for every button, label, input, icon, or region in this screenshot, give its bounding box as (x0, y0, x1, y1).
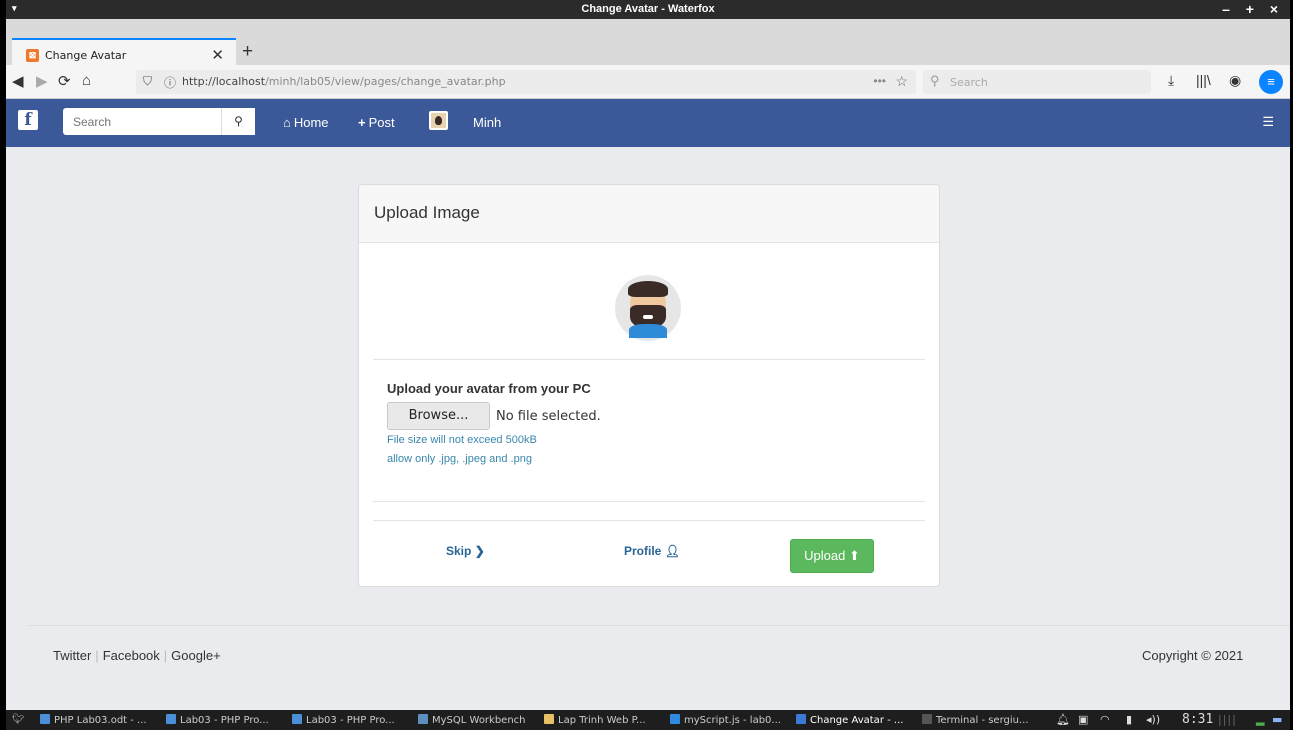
os-taskbar: 🐦︎ PHP Lab03.odt - ... Lab03 - PHP Pro..… (6, 710, 1290, 730)
clock[interactable]: 8:31 (1182, 712, 1213, 727)
account-icon[interactable]: ◉ (1229, 72, 1241, 89)
browser-search-placeholder: Search (950, 76, 988, 89)
nav-post-link[interactable]: + Post (358, 115, 395, 130)
browser-toolbar: ◀ ▶ ⟳ ⌂ ⛉ ⓘ http://localhost/minh/lab05/… (6, 65, 1290, 99)
file-status: No file selected. (496, 409, 601, 424)
back-button[interactable]: ◀ (12, 72, 24, 90)
tracking-shield-icon[interactable]: ⛉ (143, 74, 152, 89)
plus-icon: + (358, 115, 366, 130)
search-icon: ⚲ (930, 73, 940, 88)
skip-link[interactable]: Skip ❯ (446, 544, 485, 558)
nav-home-label: Home (293, 115, 329, 130)
social-links: Twitter | Facebook | Google+ (53, 648, 221, 663)
tab-label: Change Avatar (45, 49, 127, 62)
site-navbar: f ⚲ ⌂Home +Post Minh ☰ (6, 99, 1290, 147)
taskbar-item[interactable]: Lab03 - PHP Pro... (166, 714, 269, 726)
divider (373, 501, 925, 502)
server-icon[interactable]: ☰ (1262, 114, 1274, 130)
arrow-up-circle-icon: ⬆ (848, 548, 860, 563)
start-menu-icon[interactable]: 🐦︎ (12, 714, 25, 725)
volume-icon[interactable]: ◂)) (1146, 713, 1160, 726)
close-tab-icon[interactable]: ✕ (211, 46, 224, 64)
facebook-link[interactable]: Facebook (103, 648, 160, 663)
taskbar-item[interactable]: PHP Lab03.odt - ... (40, 714, 147, 726)
copyright: Copyright © 2021 (1142, 648, 1244, 663)
app-menu-icon[interactable]: ≡ (1259, 70, 1283, 94)
notification-bell-icon[interactable]: 🔔︎ (1056, 713, 1070, 726)
nav-user-link[interactable]: Minh (473, 115, 501, 130)
browser-search-bar[interactable]: ⚲ Search (923, 70, 1151, 94)
workspace-indicator-icon[interactable]: ▂ (1256, 713, 1264, 726)
cpu-graph: |||| (1218, 713, 1237, 726)
downloads-icon[interactable]: ⤓ (1168, 72, 1174, 89)
user-avatar-small[interactable] (429, 111, 448, 130)
site-search-button[interactable]: ⚲ (221, 108, 255, 135)
taskbar-item-active[interactable]: Change Avatar - ... (796, 714, 903, 726)
tab-strip: ⊠ Change Avatar ✕ + (6, 19, 1290, 69)
browse-button[interactable]: Browse... (387, 402, 490, 430)
show-desktop-icon[interactable]: ▬ (1272, 713, 1282, 726)
upload-button[interactable]: Upload ⬆ (790, 539, 874, 573)
panel-header: Upload Image (359, 185, 939, 243)
googleplus-link[interactable]: Google+ (171, 648, 221, 663)
taskbar-item[interactable]: myScript.js - lab0... (670, 714, 781, 726)
divider (373, 520, 925, 521)
twitter-link[interactable]: Twitter (53, 648, 91, 663)
chevron-right-icon: ❯ (474, 544, 485, 558)
screen: ▾ Change Avatar - Waterfox – + × ⊠ Chang… (6, 0, 1290, 730)
skip-label: Skip (446, 544, 472, 558)
upload-label: Upload (804, 548, 846, 563)
window-controls[interactable]: – + × (1222, 1, 1284, 17)
wifi-icon[interactable]: ◠ (1100, 713, 1110, 726)
profile-label: Profile (624, 544, 662, 558)
window-titlebar: ▾ Change Avatar - Waterfox – + × (6, 0, 1290, 19)
forward-button[interactable]: ▶ (36, 72, 48, 90)
user-icon: 👤︎ (664, 544, 680, 558)
site-search-input[interactable] (63, 108, 221, 135)
profile-link[interactable]: Profile 👤︎ (624, 544, 680, 558)
taskbar-item[interactable]: Terminal - sergiu... (922, 714, 1029, 726)
new-tab-button[interactable]: + (242, 41, 253, 63)
nav-post-label: Post (368, 115, 395, 130)
current-avatar (615, 275, 681, 341)
site-logo[interactable]: f (18, 110, 38, 130)
upload-panel: Upload Image Upload your avatar from you… (358, 184, 940, 587)
battery-icon[interactable]: ▮ (1126, 713, 1132, 726)
hint-file-size: File size will not exceed 500kB (387, 434, 537, 446)
panel-title: Upload Image (374, 203, 480, 222)
url-bar[interactable]: ⛉ ⓘ http://localhost/minh/lab05/view/pag… (136, 70, 916, 94)
footer-divider (28, 625, 1290, 626)
site-info-icon[interactable]: ⓘ (164, 74, 176, 91)
reload-button[interactable]: ⟳ (58, 72, 71, 90)
url-text[interactable]: http://localhost/minh/lab05/view/pages/c… (182, 75, 506, 88)
taskbar-item[interactable]: Lap Trinh Web P... (544, 714, 646, 726)
home-button[interactable]: ⌂ (82, 72, 91, 89)
keyboard-layout-icon[interactable]: ▣ (1078, 713, 1088, 726)
page-actions-icon[interactable]: ••• (873, 74, 886, 88)
hint-file-types: allow only .jpg, .jpeg and .png (387, 453, 532, 465)
taskbar-item[interactable]: Lab03 - PHP Pro... (292, 714, 395, 726)
xampp-favicon-icon: ⊠ (26, 49, 39, 62)
taskbar-item[interactable]: MySQL Workbench (418, 714, 526, 726)
nav-home-link[interactable]: ⌂ Home (283, 115, 329, 130)
window-title: Change Avatar - Waterfox (581, 3, 715, 15)
upload-heading: Upload your avatar from your PC (387, 381, 591, 396)
bookmark-star-icon[interactable]: ☆ (895, 73, 908, 90)
divider (373, 359, 925, 360)
home-icon: ⌂ (283, 115, 291, 130)
library-icon[interactable]: |||\ (1196, 72, 1211, 88)
site-search: ⚲ (63, 108, 255, 135)
